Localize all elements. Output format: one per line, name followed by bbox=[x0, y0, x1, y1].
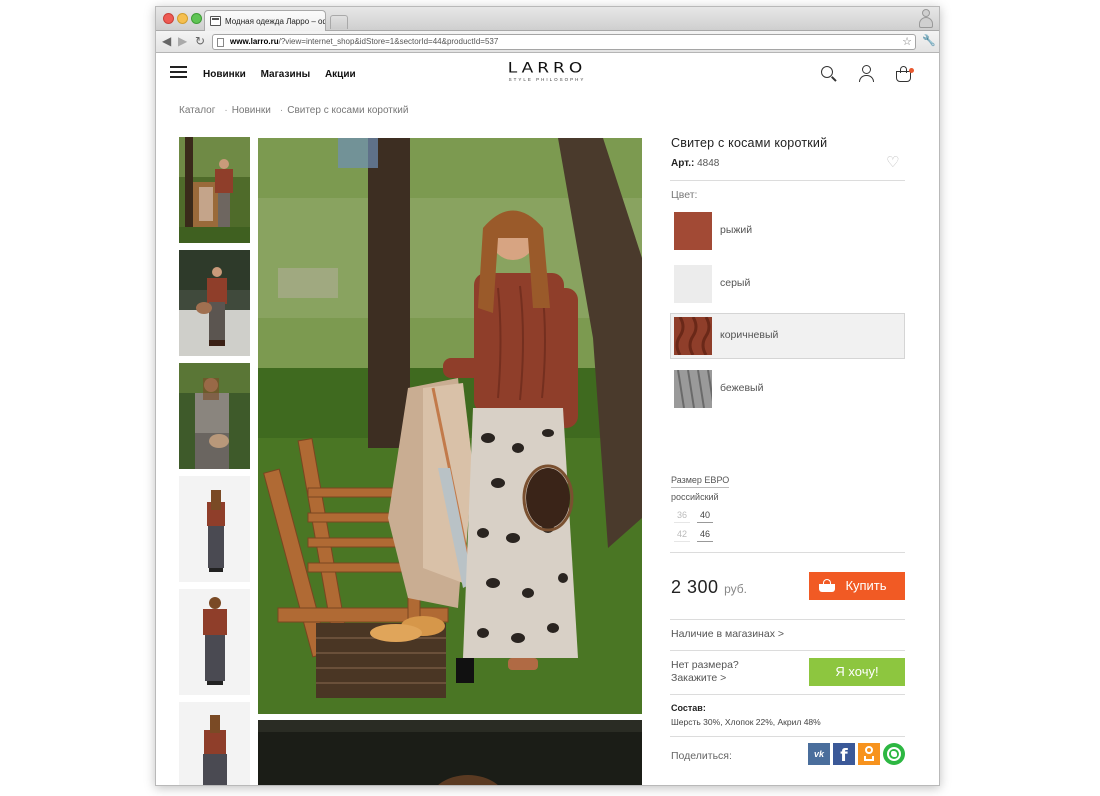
url-path: /?view=internet_shop&idStore=1&sectorId=… bbox=[278, 37, 499, 46]
whatsapp-share-icon[interactable] bbox=[883, 743, 905, 765]
color-swatch bbox=[674, 212, 712, 250]
hamburger-menu-icon[interactable] bbox=[170, 66, 187, 78]
article-number: 4848 bbox=[697, 158, 720, 169]
product-article: Арт.: 4848 bbox=[671, 158, 719, 169]
size-option-46[interactable]: 46 bbox=[697, 529, 713, 542]
forward-arrow-icon[interactable]: ▶ bbox=[178, 34, 187, 48]
minimize-window-button[interactable] bbox=[177, 13, 188, 24]
wishlist-heart-icon[interactable]: ♡ bbox=[886, 155, 899, 170]
product-price: 2 300 руб. bbox=[671, 577, 747, 598]
product-thumbnail[interactable] bbox=[179, 589, 250, 695]
new-tab-button[interactable] bbox=[330, 15, 348, 29]
page-favicon-icon bbox=[210, 16, 221, 26]
site-logo[interactable]: LARRO STYLE PHILOSOPHY bbox=[491, 60, 603, 82]
logo-word: LARRO bbox=[507, 59, 587, 77]
tab-title: Модная одежда Ларро – оф bbox=[225, 17, 326, 26]
composition-label: Состав: bbox=[671, 703, 706, 713]
size-option-42: 42 bbox=[674, 529, 690, 542]
product-thumbnail[interactable] bbox=[179, 363, 250, 469]
product-thumbnail[interactable] bbox=[179, 137, 250, 243]
breadcrumb-current: Свитер с косами короткий bbox=[287, 105, 409, 116]
breadcrumb-separator: · bbox=[224, 105, 228, 116]
color-name: коричневый bbox=[720, 329, 779, 341]
reload-icon[interactable]: ↻ bbox=[195, 34, 205, 48]
buy-button[interactable]: Купить bbox=[809, 572, 905, 600]
main-product-photo[interactable] bbox=[258, 138, 642, 714]
nav-link-new[interactable]: Новинки bbox=[203, 69, 246, 80]
size-option-40[interactable]: 40 bbox=[697, 510, 713, 523]
profile-icon[interactable] bbox=[919, 9, 933, 29]
color-swatch bbox=[674, 265, 712, 303]
color-label: Цвет: bbox=[671, 189, 698, 201]
shopping-bag-icon[interactable] bbox=[895, 65, 914, 83]
address-bar[interactable]: www.larro.ru/?view=internet_shop&idStore… bbox=[212, 34, 916, 50]
product-thumbnail[interactable] bbox=[179, 702, 250, 785]
order-link[interactable]: Закажите > bbox=[671, 672, 726, 684]
divider bbox=[670, 180, 905, 181]
url-host: www.larro.ru bbox=[230, 37, 279, 46]
main-nav: Новинки Магазины Акции bbox=[203, 69, 368, 80]
nav-link-sales[interactable]: Акции bbox=[325, 69, 356, 80]
product-thumbnail[interactable] bbox=[179, 476, 250, 582]
breadcrumb-new[interactable]: Новинки bbox=[232, 105, 271, 116]
price-currency: руб. bbox=[724, 582, 747, 596]
divider bbox=[670, 552, 905, 553]
browser-window: Модная одежда Ларро – оф ◀ ▶ ↻ www.larro… bbox=[155, 6, 940, 786]
color-option-beige[interactable]: бежевый bbox=[670, 366, 905, 412]
product-thumbnail[interactable] bbox=[179, 250, 250, 356]
secondary-product-photo[interactable] bbox=[258, 720, 642, 785]
user-account-icon[interactable] bbox=[858, 65, 876, 83]
wrench-menu-icon[interactable]: 🔧 bbox=[922, 34, 936, 48]
color-swatch bbox=[674, 369, 715, 409]
breadcrumb-catalog[interactable]: Каталог bbox=[179, 105, 215, 116]
color-option-ginger[interactable]: рыжий bbox=[670, 208, 905, 254]
color-name: рыжий bbox=[720, 224, 753, 236]
zoom-window-button[interactable] bbox=[191, 13, 202, 24]
divider bbox=[670, 650, 905, 651]
divider bbox=[670, 694, 905, 695]
store-availability-link[interactable]: Наличие в магазинах > bbox=[671, 628, 784, 640]
breadcrumb: Каталог · Новинки · Свитер с косами короткий bbox=[179, 105, 408, 116]
bookmark-star-icon[interactable]: ☆ bbox=[902, 35, 912, 49]
odnoklassniki-share-icon[interactable] bbox=[858, 743, 880, 765]
price-value: 2 300 bbox=[671, 577, 719, 597]
size-system-label[interactable]: Размер ЕВРО bbox=[671, 475, 730, 488]
page-icon bbox=[217, 38, 224, 47]
breadcrumb-separator: · bbox=[279, 105, 284, 116]
logo-tagline: STYLE PHILOSOPHY bbox=[508, 77, 586, 82]
nav-link-stores[interactable]: Магазины bbox=[261, 69, 311, 80]
article-label: Арт.: bbox=[671, 158, 695, 169]
color-swatch bbox=[674, 316, 712, 356]
product-title: Свитер с косами короткий bbox=[671, 136, 828, 150]
color-name: бежевый bbox=[720, 382, 764, 394]
vk-share-icon[interactable]: vk bbox=[808, 743, 830, 765]
divider bbox=[670, 619, 905, 620]
color-option-brown[interactable]: коричневый bbox=[670, 313, 905, 359]
browser-titlebar: Модная одежда Ларро – оф bbox=[156, 7, 939, 31]
composition-text: Шерсть 30%, Хлопок 22%, Акрил 48% bbox=[671, 717, 821, 727]
share-label: Поделиться: bbox=[671, 750, 732, 762]
cart-notification-dot bbox=[909, 68, 914, 73]
color-name: серый bbox=[720, 277, 751, 289]
no-size-text: Нет размера? bbox=[671, 659, 739, 671]
back-arrow-icon[interactable]: ◀ bbox=[162, 34, 171, 48]
color-option-grey[interactable]: серый bbox=[670, 261, 905, 307]
site-header: Новинки Магазины Акции LARRO STYLE PHILO… bbox=[156, 54, 939, 94]
close-window-button[interactable] bbox=[163, 13, 174, 24]
facebook-share-icon[interactable]: f bbox=[833, 743, 855, 766]
basket-icon bbox=[819, 579, 835, 593]
browser-tab[interactable]: Модная одежда Ларро – оф bbox=[204, 10, 326, 31]
want-button[interactable]: Я хочу! bbox=[809, 658, 905, 686]
browser-toolbar: ◀ ▶ ↻ www.larro.ru/?view=internet_shop&i… bbox=[156, 31, 939, 53]
size-option-36: 36 bbox=[674, 510, 690, 523]
size-subtitle: российский bbox=[671, 492, 719, 502]
buy-button-label: Купить bbox=[845, 578, 887, 593]
search-icon[interactable] bbox=[820, 65, 838, 83]
divider bbox=[670, 736, 905, 737]
web-page: Новинки Магазины Акции LARRO STYLE PHILO… bbox=[156, 54, 939, 785]
